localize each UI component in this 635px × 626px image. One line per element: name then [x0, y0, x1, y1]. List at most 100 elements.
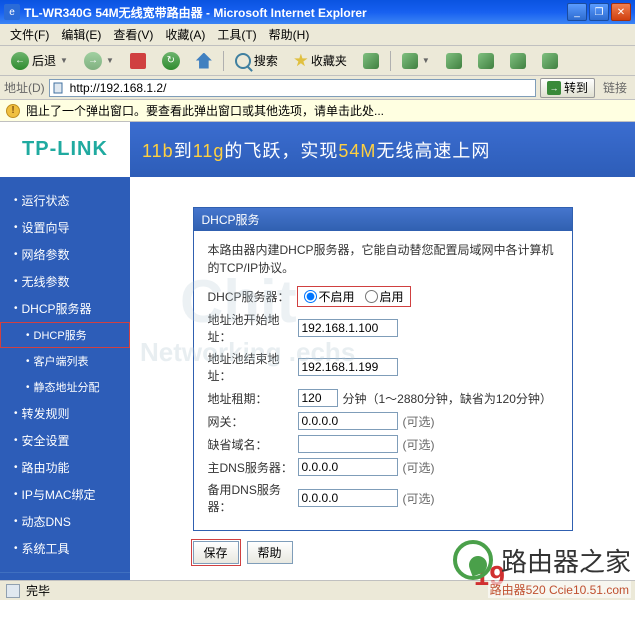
sidebar-item-dhcp-service[interactable]: DHCP服务 — [0, 322, 130, 348]
sidebar-item-forwarding[interactable]: 转发规则 — [0, 400, 130, 427]
sidebar-item-wizard[interactable]: 设置向导 — [0, 214, 130, 241]
input-start-ip[interactable] — [298, 319, 398, 337]
status-bar: 完毕 — [0, 580, 635, 600]
refresh-icon: ↻ — [162, 52, 180, 70]
forward-button[interactable]: →▼ — [77, 49, 121, 73]
address-bar: 地址(D) →转到 链接 — [0, 76, 635, 100]
mail-button[interactable]: ▼ — [395, 49, 437, 73]
separator — [223, 51, 224, 71]
radio-disable[interactable]: 不启用 — [304, 288, 355, 305]
label-dhcp-server: DHCP服务器： — [208, 288, 298, 305]
separator — [390, 51, 391, 71]
refresh-button[interactable]: ↻ — [155, 49, 187, 73]
sidebar-item-ipmac[interactable]: IP与MAC绑定 — [0, 481, 130, 508]
sidebar-item-ddns[interactable]: 动态DNS — [0, 508, 130, 535]
tplink-logo: TP-LINK — [0, 122, 130, 177]
info-icon: ! — [6, 104, 20, 118]
print-icon — [446, 53, 462, 69]
sidebar-item-routing[interactable]: 路由功能 — [0, 454, 130, 481]
edit-button[interactable] — [471, 49, 501, 73]
stop-icon — [130, 53, 146, 69]
maximize-button[interactable]: ❐ — [589, 3, 609, 21]
research-icon — [510, 53, 526, 69]
row-gateway: 网关： (可选) — [208, 412, 558, 430]
banner: TP-LINK 11b到11g的飞跃，实现54M无线高速上网 — [0, 122, 635, 177]
sidebar-item-security[interactable]: 安全设置 — [0, 427, 130, 454]
home-icon — [196, 53, 212, 69]
sidebar-item-wireless[interactable]: 无线参数 — [0, 268, 130, 295]
status-text: 完毕 — [26, 582, 50, 599]
infobar-text: 阻止了一个弹出窗口。要查看此弹出窗口或其他选项，请单击此处... — [26, 102, 384, 119]
favorites-button[interactable]: 收藏夹 — [287, 49, 354, 73]
input-domain[interactable] — [298, 435, 398, 453]
row-dhcp-server: DHCP服务器： 不启用 启用 — [208, 287, 558, 306]
star-icon — [294, 54, 308, 68]
menu-file[interactable]: 文件(F) — [4, 24, 55, 45]
input-dns1[interactable] — [298, 458, 398, 476]
menu-help[interactable]: 帮助(H) — [263, 24, 316, 45]
help-button[interactable]: 帮助 — [247, 541, 293, 564]
window-title: TL-WR340G 54M无线宽带路由器 - Microsoft Interne… — [24, 4, 567, 21]
menu-view[interactable]: 查看(V) — [107, 24, 159, 45]
address-input[interactable] — [49, 79, 536, 97]
forward-icon: → — [84, 52, 102, 70]
input-end-ip[interactable] — [298, 358, 398, 376]
history-button[interactable] — [356, 49, 386, 73]
label-dns2: 备用DNS服务器： — [208, 481, 298, 515]
menu-edit[interactable]: 编辑(E) — [55, 24, 107, 45]
optional-hint: (可选) — [403, 436, 435, 453]
chevron-down-icon: ▼ — [422, 56, 430, 65]
sidebar: 运行状态 设置向导 网络参数 无线参数 DHCP服务器 DHCP服务 客户端列表… — [0, 177, 130, 588]
label-end-ip: 地址池结束地址： — [208, 350, 298, 384]
window-titlebar: e TL-WR340G 54M无线宽带路由器 - Microsoft Inter… — [0, 0, 635, 24]
row-start-ip: 地址池开始地址： — [208, 311, 558, 345]
popup-blocked-infobar[interactable]: ! 阻止了一个弹出窗口。要查看此弹出窗口或其他选项，请单击此处... — [0, 100, 635, 122]
print-button[interactable] — [439, 49, 469, 73]
search-button[interactable]: 搜索 — [228, 49, 285, 73]
row-dns2: 备用DNS服务器： (可选) — [208, 481, 558, 515]
back-button[interactable]: ←后退▼ — [4, 49, 75, 73]
menu-favorites[interactable]: 收藏(A) — [159, 24, 211, 45]
sidebar-item-system[interactable]: 系统工具 — [0, 535, 130, 562]
lease-unit: 分钟（1～2880分钟，缺省为120分钟） — [343, 390, 552, 407]
panel-title: DHCP服务 — [194, 208, 572, 231]
mail-icon — [402, 53, 418, 69]
optional-hint: (可选) — [403, 413, 435, 430]
sidebar-item-dhcp-server[interactable]: DHCP服务器 — [0, 295, 130, 322]
messenger-icon — [542, 53, 558, 69]
stop-button[interactable] — [123, 49, 153, 73]
minimize-button[interactable]: _ — [567, 3, 587, 21]
messenger-button[interactable] — [535, 49, 565, 73]
main-area: 运行状态 设置向导 网络参数 无线参数 DHCP服务器 DHCP服务 客户端列表… — [0, 177, 635, 588]
input-lease[interactable] — [298, 389, 338, 407]
radio-enable[interactable]: 启用 — [365, 288, 404, 305]
sidebar-item-static-assign[interactable]: 静态地址分配 — [0, 374, 130, 400]
sidebar-item-client-list[interactable]: 客户端列表 — [0, 348, 130, 374]
page-body: Chit Networking .echs DHCP服务 本路由器内建DHCP服… — [130, 177, 635, 588]
input-gateway[interactable] — [298, 412, 398, 430]
save-button[interactable]: 保存 — [193, 541, 239, 564]
links-label[interactable]: 链接 — [599, 79, 631, 96]
label-start-ip: 地址池开始地址： — [208, 311, 298, 345]
sidebar-item-status[interactable]: 运行状态 — [0, 187, 130, 214]
home-button[interactable] — [189, 49, 219, 73]
toolbar: ←后退▼ →▼ ↻ 搜索 收藏夹 ▼ — [0, 46, 635, 76]
label-lease: 地址租期： — [208, 390, 298, 407]
optional-hint: (可选) — [403, 459, 435, 476]
search-icon — [235, 53, 251, 69]
input-dns2[interactable] — [298, 489, 398, 507]
menu-tools[interactable]: 工具(T) — [211, 24, 262, 45]
address-label: 地址(D) — [4, 79, 45, 96]
panel-description: 本路由器内建DHCP服务器，它能自动替您配置局域网中各计算机的TCP/IP协议。 — [208, 241, 558, 277]
sidebar-item-network[interactable]: 网络参数 — [0, 241, 130, 268]
page-content: TP-LINK 11b到11g的飞跃，实现54M无线高速上网 运行状态 设置向导… — [0, 122, 635, 588]
close-button[interactable]: ✕ — [611, 3, 631, 21]
go-icon: → — [547, 81, 561, 95]
optional-hint: (可选) — [403, 490, 435, 507]
row-lease: 地址租期： 分钟（1～2880分钟，缺省为120分钟） — [208, 389, 558, 407]
menu-bar: 文件(F) 编辑(E) 查看(V) 收藏(A) 工具(T) 帮助(H) — [0, 24, 635, 46]
button-row: 保存 帮助 — [193, 541, 573, 564]
research-button[interactable] — [503, 49, 533, 73]
go-button[interactable]: →转到 — [540, 78, 595, 98]
row-end-ip: 地址池结束地址： — [208, 350, 558, 384]
